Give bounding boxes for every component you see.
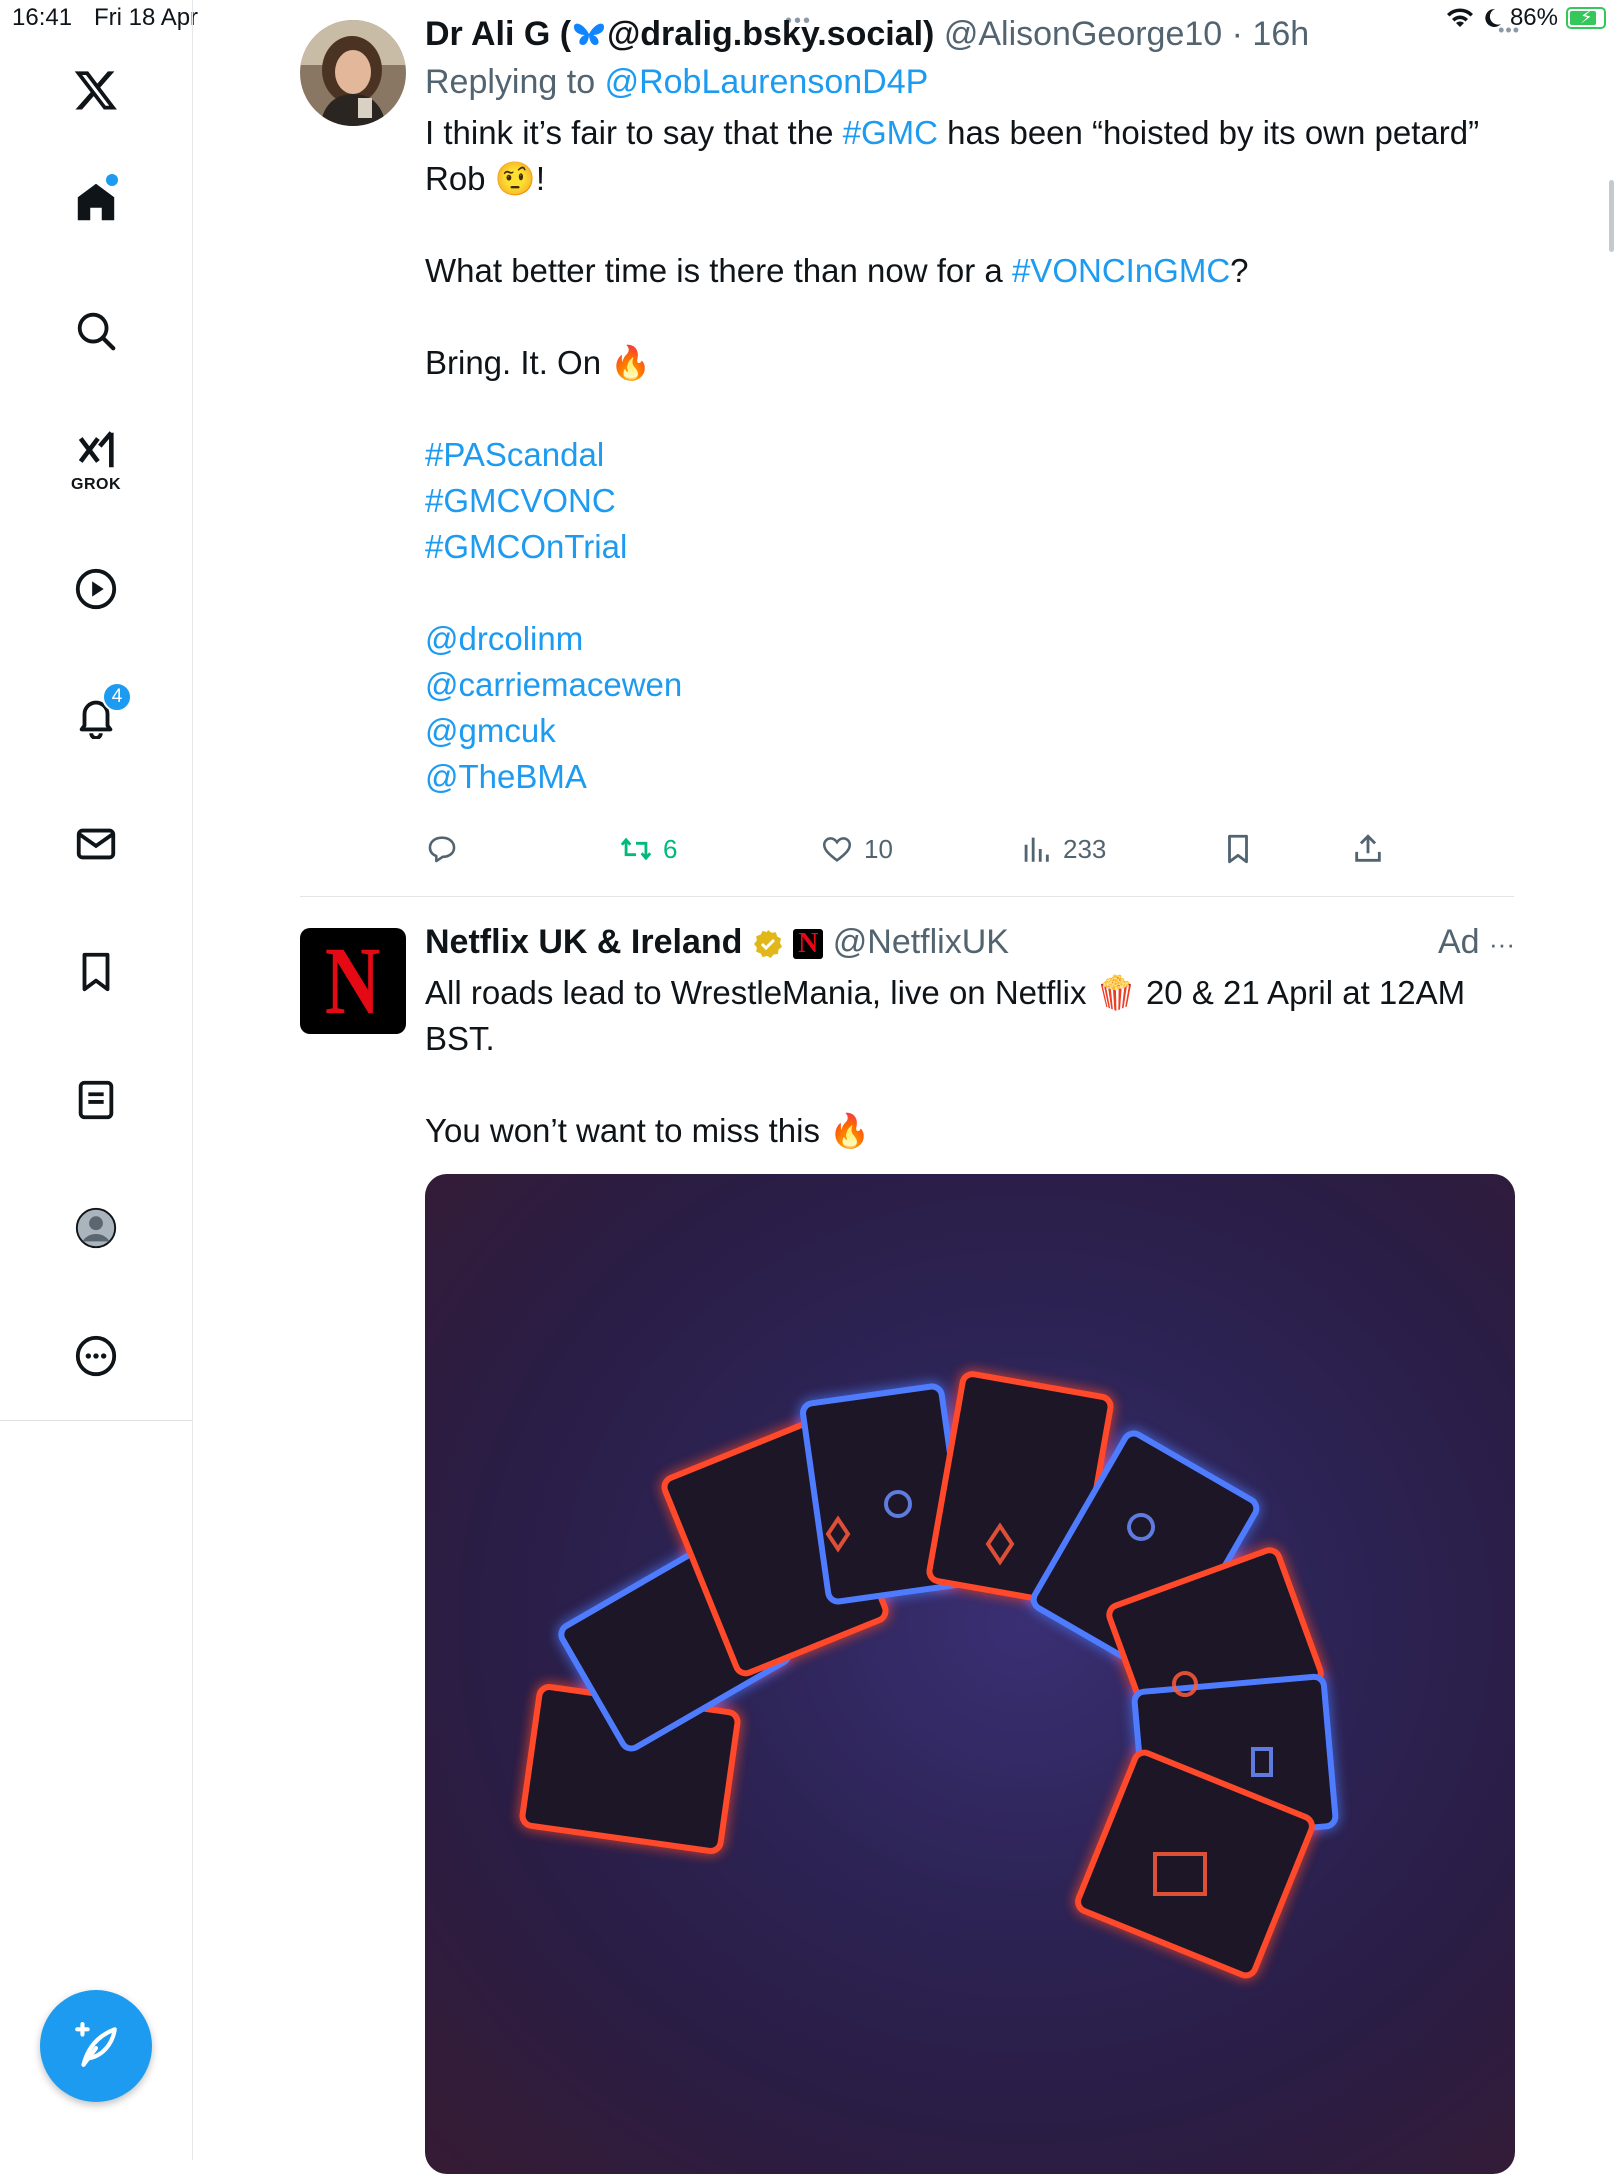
mention-link[interactable]: @gmcuk bbox=[425, 708, 1535, 754]
sidebar-item-messages[interactable] bbox=[60, 808, 132, 880]
sidebar-divider bbox=[0, 1420, 192, 1421]
tweet-text: I think it’s fair to say that the #GMC h… bbox=[425, 110, 1535, 800]
text: ? bbox=[1230, 252, 1249, 289]
fire-emoji: 🔥 bbox=[829, 1112, 871, 1149]
more-options-icon[interactable]: ··· bbox=[1489, 929, 1515, 959]
hashtag-link[interactable]: #GMC bbox=[843, 114, 938, 151]
replying-to: Replying to @RobLaurensonD4P bbox=[425, 58, 1535, 106]
author-handle[interactable]: @NetflixUK bbox=[833, 923, 1009, 961]
ad-text: Ad bbox=[1437, 923, 1480, 961]
retweet-button[interactable]: 6 bbox=[619, 825, 677, 873]
netflix-avatar[interactable]: N bbox=[300, 928, 406, 1034]
author-name[interactable]: Netflix UK & Ireland bbox=[425, 923, 742, 961]
hashtag-link[interactable]: #GMCVONC bbox=[425, 478, 1535, 524]
mail-icon bbox=[76, 828, 116, 860]
neon-cards-image bbox=[519, 1371, 1339, 1979]
mention-link[interactable]: @carriemacewen bbox=[425, 662, 1535, 708]
text: You won’t want to miss this bbox=[425, 1112, 830, 1149]
sidebar-item-lists[interactable] bbox=[60, 1064, 132, 1136]
sidebar-item-videos[interactable] bbox=[60, 553, 132, 625]
tweet[interactable]: Dr Ali G ( @dralig.bsky.social) @AlisonGe… bbox=[425, 10, 1535, 800]
mention-link[interactable]: @drcolinm bbox=[425, 616, 1535, 662]
ad-video-media[interactable] bbox=[425, 1174, 1515, 2174]
sidebar-item-explore[interactable] bbox=[60, 295, 132, 367]
verified-gold-badge-icon bbox=[753, 930, 782, 959]
list-icon bbox=[78, 1080, 114, 1120]
sidebar-item-bookmarks[interactable] bbox=[60, 936, 132, 1008]
butterfly-icon bbox=[574, 23, 605, 45]
author-bsky-handle: @dralig.bsky.social) bbox=[607, 15, 935, 53]
share-icon bbox=[1355, 834, 1381, 862]
replying-to-link[interactable]: @RobLaurensonD4P bbox=[605, 63, 929, 101]
notifications-badge: 4 bbox=[102, 682, 132, 712]
sidebar: GROK 4 bbox=[0, 0, 193, 2160]
text: I think it’s fair to say that the bbox=[425, 114, 843, 151]
sidebar-item-grok[interactable]: GROK bbox=[60, 420, 132, 500]
home-unread-dot bbox=[106, 174, 118, 186]
tweet-divider bbox=[300, 896, 1514, 897]
tweet-actions: 6 10 233 bbox=[425, 825, 1425, 873]
search-icon bbox=[77, 312, 116, 351]
like-count: 10 bbox=[864, 833, 893, 864]
netflix-affiliate-icon: N bbox=[793, 929, 824, 960]
mention-link[interactable]: @TheBMA bbox=[425, 754, 1535, 800]
play-icon bbox=[75, 568, 117, 610]
scrollbar[interactable] bbox=[1609, 180, 1614, 252]
netflix-logo-icon: N bbox=[325, 928, 381, 1034]
ad-label: Ad ··· bbox=[1438, 918, 1515, 968]
compose-button[interactable] bbox=[40, 1990, 152, 2102]
retweet-icon bbox=[620, 837, 652, 861]
more-icon bbox=[75, 1335, 117, 1377]
text: ! bbox=[535, 160, 545, 197]
reply-button[interactable] bbox=[425, 825, 469, 873]
grok-icon bbox=[78, 431, 114, 468]
author-handle[interactable]: @AlisonGeorge10 bbox=[944, 15, 1222, 53]
x-logo-icon[interactable] bbox=[60, 54, 132, 126]
view-count: 233 bbox=[1063, 833, 1107, 864]
author-name[interactable]: Dr Ali G ( bbox=[425, 15, 571, 53]
hashtag-link[interactable]: #PAScandal bbox=[425, 432, 1535, 478]
views-icon bbox=[1024, 837, 1049, 862]
sidebar-item-notifications[interactable]: 4 bbox=[60, 680, 132, 752]
text: Bring. It. On bbox=[425, 344, 611, 381]
sidebar-item-home[interactable] bbox=[60, 166, 132, 238]
popcorn-emoji: 🍿 bbox=[1095, 974, 1137, 1011]
replying-prefix: Replying to bbox=[425, 63, 596, 101]
heart-icon bbox=[822, 837, 852, 862]
sidebar-item-more[interactable] bbox=[60, 1320, 132, 1392]
tweet-header: Netflix UK & Ireland N @NetflixUK Ad ··· bbox=[425, 918, 1515, 966]
avatar bbox=[75, 1207, 117, 1249]
grok-label: GROK bbox=[71, 476, 121, 493]
fire-emoji: 🔥 bbox=[610, 344, 652, 381]
tweet-header: Dr Ali G ( @dralig.bsky.social) @AlisonGe… bbox=[425, 10, 1535, 58]
views-button[interactable]: 233 bbox=[1019, 825, 1106, 873]
raised-eyebrow-emoji: 🤨 bbox=[494, 160, 536, 197]
hashtag-link[interactable]: #GMCOnTrial bbox=[425, 524, 1535, 570]
reply-icon bbox=[428, 836, 456, 863]
tweet-time[interactable]: 16h bbox=[1252, 15, 1309, 53]
timeline[interactable]: ••• Dr Ali G (@dralig.bsky.social) @Alis… bbox=[192, 0, 1620, 2174]
tweet-text: All roads lead to WrestleMania, live on … bbox=[425, 970, 1515, 1154]
separator-dot: · bbox=[1231, 15, 1243, 53]
compose-icon bbox=[75, 2022, 117, 2067]
tweet-author-avatar[interactable] bbox=[300, 20, 406, 126]
retweet-count: 6 bbox=[663, 833, 678, 864]
like-button[interactable]: 10 bbox=[820, 825, 893, 873]
sidebar-item-profile[interactable] bbox=[60, 1192, 132, 1264]
text: All roads lead to WrestleMania, live on … bbox=[425, 974, 1096, 1011]
bookmark-icon bbox=[1228, 834, 1248, 864]
promoted-tweet[interactable]: Netflix UK & Ireland N @NetflixUK Ad ···… bbox=[425, 918, 1515, 1154]
share-button[interactable] bbox=[1351, 825, 1385, 873]
hashtag-link[interactable]: #VONCInGMC bbox=[1012, 252, 1230, 289]
bookmark-button[interactable] bbox=[1221, 825, 1255, 873]
bookmark-icon bbox=[82, 952, 110, 992]
text: What better time is there than now for a bbox=[425, 252, 1012, 289]
